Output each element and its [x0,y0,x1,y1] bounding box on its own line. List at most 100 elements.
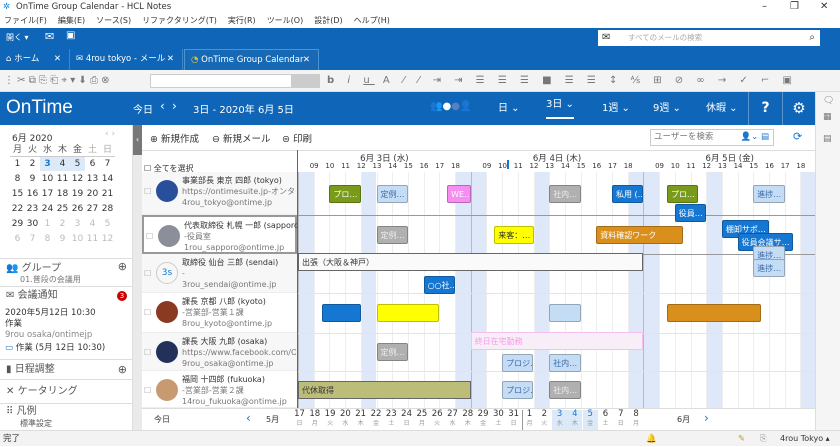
calendar-event[interactable] [666,304,762,322]
add-group-icon[interactable]: ⊕ [118,260,127,273]
toolbar-icons[interactable]: ⋮ ✂ ⧉ ⎘ ⎗ ⌖ ▾ ⬇ ⎙ ⊗ [4,75,110,86]
day-cell[interactable]: 5 [100,216,115,231]
user-menu[interactable]: 4rou Tokyo ▴ [780,431,830,447]
calendar-event[interactable] [321,304,361,322]
footer-date[interactable]: 25 月 [414,410,429,430]
day-cell[interactable]: 8 [10,171,25,186]
menu-run[interactable]: 実行(R) [228,16,256,25]
menu-refactor[interactable]: リファクタリング(T) [142,16,217,25]
add-schedule-icon[interactable]: ⊕ [118,360,127,380]
size-select[interactable] [291,74,320,88]
collapse-icon[interactable]: ‹ [133,125,142,155]
person-row[interactable]: ☐ 課長 京都 八郎 (kyoto) -営業部-営業１課 8rou_kyoto@ont… [142,293,297,333]
footer-date[interactable]: 7日 [613,410,628,430]
day-cell[interactable]: 12 [100,231,115,246]
person-row[interactable]: ☐ 福岡 十四郎 (fukuoka) -営業部-営業２課 14rou_fukuoka@… [142,371,297,408]
panel-splitter[interactable]: ‹ [133,125,142,430]
day-cell[interactable]: 8 [40,231,55,246]
day-cell[interactable]: 10 [40,171,55,186]
footer-date[interactable]: 5金 [582,410,598,430]
calendar-event[interactable]: プロジ… [502,354,534,373]
calendar-event[interactable]: 私用 (… [612,184,644,203]
footer-date[interactable]: 4木 [567,410,583,430]
row-checkbox[interactable]: ☐ [144,385,151,396]
help-button[interactable]: ? [748,92,782,125]
day-cell[interactable]: 15 [10,186,25,201]
chat-icon[interactable]: 🗨 [823,96,834,106]
minical-nav[interactable]: ‹ › [105,129,115,139]
restore-button[interactable]: ❐ [790,0,799,14]
settings-gear-icon[interactable]: ⚙ [782,92,815,125]
calendar-event[interactable]: 役員… [674,203,707,222]
menu-edit[interactable]: 編集(E) [58,16,85,25]
day-cell[interactable]: 7 [100,156,115,171]
prev-month-label[interactable]: 5月 [266,414,279,425]
day-cell[interactable]: 11 [85,231,100,246]
briefcase-icon[interactable]: ▤ [823,134,832,144]
day-cell[interactable]: 27 [85,201,100,216]
day-cell[interactable]: 6 [10,231,25,246]
user-filter-icon[interactable]: 👤⌄ ▤ [741,130,769,145]
footer-date[interactable]: 28 木 [460,410,475,430]
menu-tools[interactable]: ツール(O) [267,16,304,25]
footer-date[interactable]: 27 水 [445,410,460,430]
day-cell[interactable]: 18 [55,186,70,201]
view-9week[interactable]: 9週 ⌄ [653,92,681,125]
minimize-button[interactable]: – [762,0,767,14]
day-cell[interactable]: 26 [70,201,85,216]
menu-source[interactable]: ソース(S) [96,16,131,25]
tab-home[interactable]: ⌂ ホーム ✕ [0,49,70,70]
calendar-event[interactable]: 終日在宅勤務 [470,331,644,350]
print-button[interactable]: ⊜ 印刷 [282,131,312,145]
day-cell[interactable]: 2 [25,156,40,171]
day-cell[interactable]: 24 [40,201,55,216]
person-row[interactable]: ☐ 3s 取締役 仙台 三郎 (sendai) - 3rou_sendai@ontime… [142,254,297,293]
footer-date[interactable]: 1月 [521,410,537,430]
catering-section[interactable]: ✕ ケータリング [0,379,133,403]
calendar-event[interactable]: プロ… [666,184,699,203]
view-week[interactable]: 1週 ⌄ [602,92,630,125]
today-button[interactable]: 今日 [133,101,153,116]
calendar-event[interactable]: ○○社… [423,275,455,294]
footer-date[interactable]: 23 土 [384,410,399,430]
note-icon[interactable]: ✎ [738,431,745,447]
legend-section[interactable]: ⠿ 凡例 標準設定 [0,403,133,430]
day-cell[interactable]: 9 [55,231,70,246]
footer-date[interactable]: 8月 [629,410,644,430]
menu-help[interactable]: ヘルプ(H) [354,16,390,25]
prev-month-button[interactable]: ‹ [246,411,251,425]
row-checkbox[interactable]: ☐ [144,347,151,358]
next-month-button[interactable]: › [704,411,709,425]
calendar-event[interactable]: 社内… [549,354,581,373]
menu-design[interactable]: 設計(D) [314,16,342,25]
day-cell[interactable]: 1 [40,216,55,231]
prev-button[interactable]: ‹ [160,99,165,113]
calendar-event[interactable]: 来客：… [494,225,534,244]
calendar-event[interactable]: 社内… [549,184,581,203]
footer-today-button[interactable]: 今日 [154,414,170,425]
day-cell[interactable]: 21 [100,186,115,201]
tab-mail[interactable]: ✉ 4rou tokyo - メール ✕ [70,49,183,70]
calendar-event[interactable]: WE… [447,184,471,203]
footer-date[interactable]: 29 金 [476,410,491,430]
tab-ontime[interactable]: ◔ OnTime Group Calendar ✕ [184,49,319,70]
day-cell[interactable]: 19 [70,186,85,201]
day-cell[interactable]: 30 [25,216,40,231]
row-checkbox[interactable]: ☐ [144,186,151,197]
user-search-input[interactable]: ユーザーを検索 👤⌄ ▤ [650,129,774,146]
footer-date[interactable]: 18 月 [307,410,322,430]
calendar-event[interactable]: 出張（大阪＆神戸） [298,253,644,272]
day-cell[interactable]: 20 [85,186,100,201]
day-cell[interactable]: 9 [25,171,40,186]
new-button[interactable]: ⊕ 新規作成 [150,131,199,145]
day-cell[interactable]: 23 [25,201,40,216]
calendar-event[interactable]: 社内… [549,380,581,399]
person-row[interactable]: ☐ 課長 大阪 九郎 (osaka) https://www.facebook.co… [142,333,297,371]
replicate-icon[interactable]: ⎘ [760,431,767,447]
group-toggle[interactable]: 👥●●👤 [430,101,472,112]
footer-date[interactable]: 3水 [552,410,568,430]
day-cell[interactable]: 3 [40,156,55,171]
calendar-event[interactable]: 代休取得 [298,380,471,399]
person-row[interactable]: ☐ 代表取締役 札幌 一郎 (sapporo) -役員室 1rou_sapporo@o… [142,215,298,254]
calendar-event[interactable]: 定例… [376,225,408,244]
